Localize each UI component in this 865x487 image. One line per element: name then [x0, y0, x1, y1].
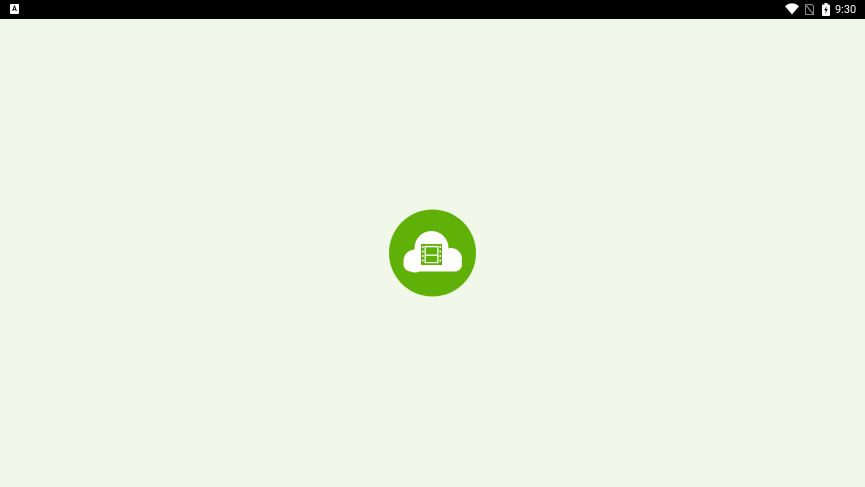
cloud-film-icon: [389, 209, 476, 297]
status-clock: 9:30: [835, 3, 857, 16]
no-sim-icon: [805, 4, 814, 15]
app-notification-icon: A: [10, 4, 19, 14]
battery-charging-icon: [822, 3, 830, 16]
app-notification-glyph: A: [12, 4, 17, 13]
status-bar: A 9:30: [0, 0, 865, 19]
wifi-icon: [785, 3, 799, 15]
